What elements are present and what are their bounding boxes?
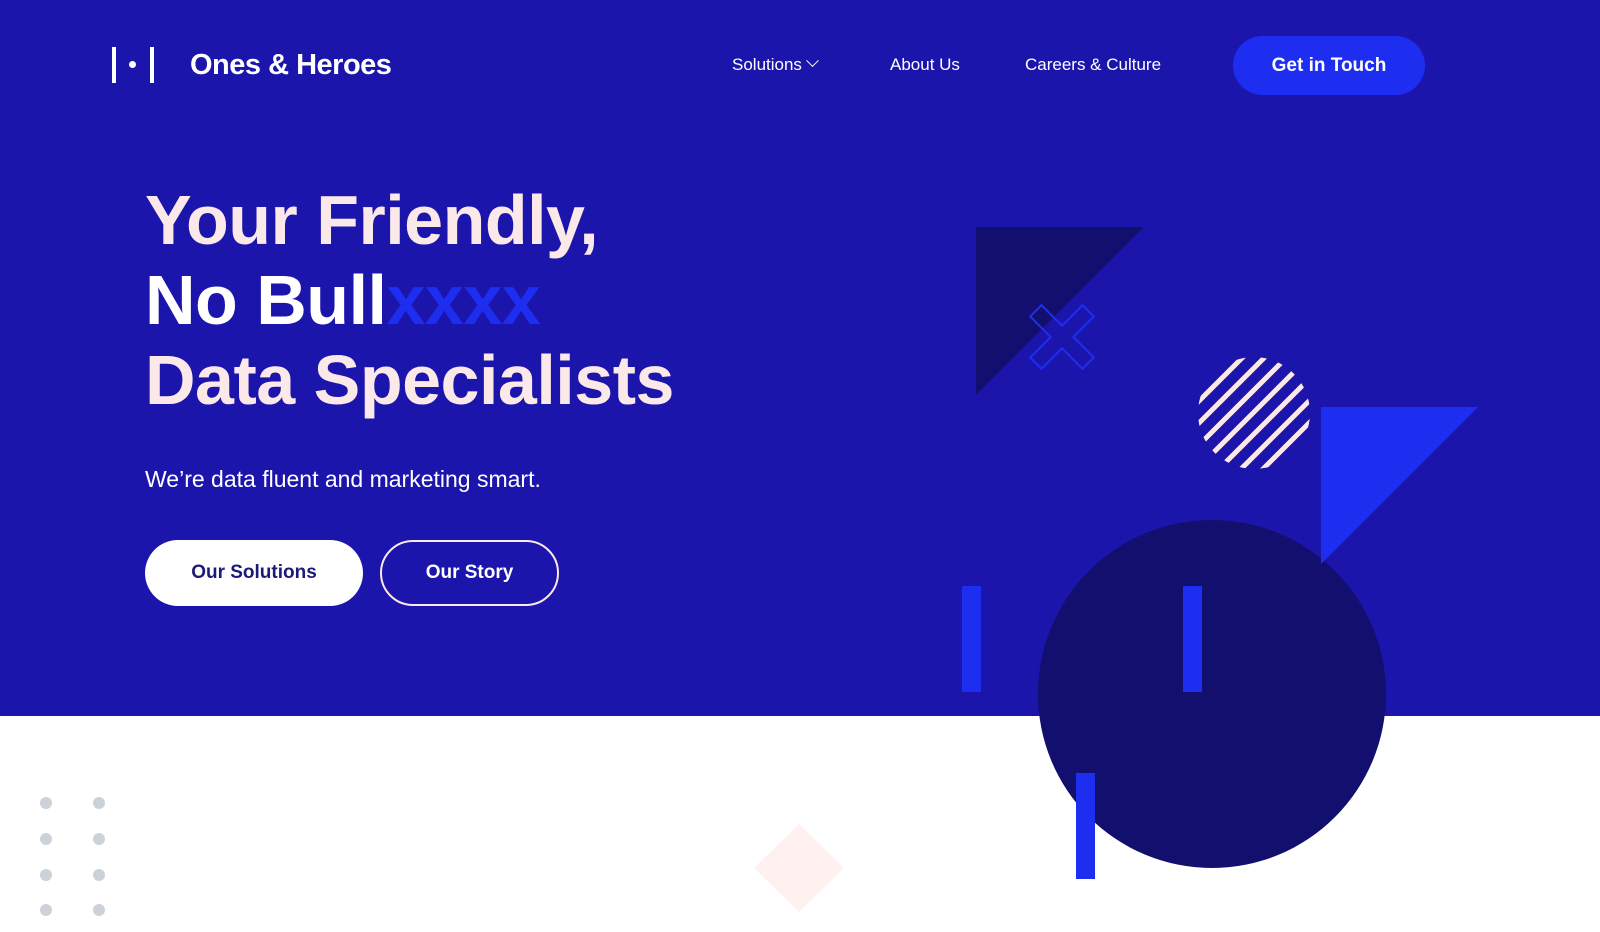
nav-item-label: About Us [890, 55, 960, 74]
our-solutions-button[interactable]: Our Solutions [145, 540, 363, 606]
nav-item-solutions[interactable]: Solutions [732, 50, 819, 80]
headline-line-3: Data Specialists [145, 341, 674, 419]
headline-line-1: Your Friendly, [145, 181, 599, 259]
pink-diamond [754, 824, 844, 912]
our-story-button[interactable]: Our Story [380, 540, 559, 606]
headline-accent: xxxx [386, 261, 541, 339]
hero-headline: Your Friendly, No Bullxxxx Data Speciali… [145, 180, 674, 420]
nav-item-label: Careers & Culture [1025, 55, 1162, 74]
vertical-bar [1076, 773, 1095, 879]
brand-logo[interactable]: Ones & Heroes [112, 46, 392, 84]
bracket-dot-logo-icon [112, 47, 154, 83]
chevron-down-icon [806, 54, 819, 68]
nav-item-about-us[interactable]: About Us [890, 50, 960, 80]
brand-name: Ones & Heroes [190, 48, 392, 81]
get-in-touch-button[interactable]: Get in Touch [1233, 36, 1425, 95]
nav-item-careers-culture[interactable]: Careers & Culture [1025, 50, 1161, 80]
hero-subtitle: We’re data fluent and marketing smart. [145, 466, 541, 492]
dot-grid [40, 797, 105, 916]
nav-item-label: Solutions [732, 55, 802, 74]
headline-no-bull: No Bull [145, 261, 387, 339]
headline-line-2: No Bullxxxx [145, 260, 674, 340]
